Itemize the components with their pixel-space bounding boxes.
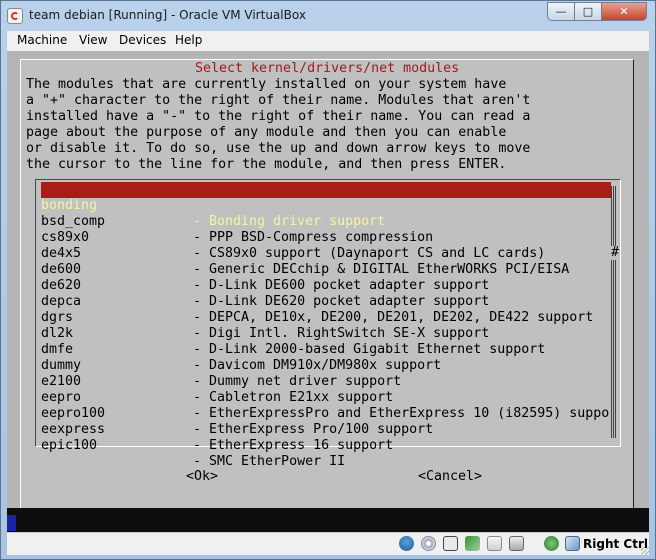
module-list[interactable]: bonding - Bonding driver support bsd_com… xyxy=(35,179,621,469)
close-button[interactable]: ✕ xyxy=(601,2,647,21)
module-row[interactable]: de4x5 - Generic DECchip & DIGITAL EtherW… xyxy=(41,230,611,277)
arrow-icon[interactable] xyxy=(565,536,580,551)
ok-button[interactable]: <Ok> xyxy=(186,469,218,485)
virtualbox-app-icon xyxy=(7,8,23,24)
description-line: a "+" character to the right of their na… xyxy=(26,93,531,108)
menu-help[interactable]: Help xyxy=(175,33,202,47)
module-row[interactable]: dmfe - Davicom DM910x/DM980x support xyxy=(41,326,611,373)
module-row[interactable]: eepro100 - EtherExpress Pro/100 support xyxy=(41,390,611,437)
module-row[interactable]: epic100 - SMC EtherPower II xyxy=(41,422,611,469)
minimize-button[interactable]: — xyxy=(547,2,575,21)
module-row[interactable]: eepro - EtherExpressPro and EtherExpress… xyxy=(41,374,611,421)
menu-bar: Machine View Devices Help xyxy=(7,31,649,52)
description-line: or disable it. To do so, use the up and … xyxy=(26,141,531,156)
module-row[interactable]: dl2k - D-Link 2000-based Gigabit Etherne… xyxy=(41,310,611,357)
menu-view[interactable]: View xyxy=(79,33,107,47)
dialog-title: Select kernel/drivers/net modules xyxy=(191,61,464,77)
module-row[interactable]: depca - DEPCA, DE10x, DE200, DE201, DE20… xyxy=(41,278,611,325)
mouse-integration-icon[interactable] xyxy=(544,536,559,551)
module-row[interactable]: de600 - D-Link DE600 pocket adapter supp… xyxy=(41,246,611,293)
scroll-position-marker[interactable]: # xyxy=(611,246,619,260)
module-row[interactable]: bsd_comp - PPP BSD-Compress compression xyxy=(41,198,611,245)
hard-disk-icon[interactable] xyxy=(399,536,414,551)
virtualbox-window: team debian [Running] - Oracle VM Virtua… xyxy=(0,0,656,560)
terminal-bottom-bar xyxy=(7,508,649,532)
module-description: - EtherExpress 16 support xyxy=(193,438,394,453)
vm-screen[interactable]: Select kernel/drivers/net modules The mo… xyxy=(7,51,649,532)
cancel-button[interactable]: <Cancel> xyxy=(418,469,482,485)
shared-folder-icon[interactable] xyxy=(487,536,502,551)
module-row-selected[interactable]: bonding - Bonding driver support xyxy=(41,182,611,229)
menu-devices[interactable]: Devices xyxy=(119,33,166,47)
window-title: team debian [Running] - Oracle VM Virtua… xyxy=(29,8,306,22)
terminal-cursor xyxy=(7,515,16,531)
module-row[interactable]: eexpress - EtherExpress 16 support xyxy=(41,406,611,453)
menu-machine[interactable]: Machine xyxy=(17,33,67,47)
module-row[interactable]: cs89x0 - CS89x0 support (Daynaport CS an… xyxy=(41,214,611,261)
module-row[interactable]: e2100 - Cabletron E21xx support xyxy=(41,358,611,405)
network-icon[interactable] xyxy=(465,536,480,551)
resize-grip-icon[interactable] xyxy=(641,547,649,555)
maximize-button[interactable]: □ xyxy=(574,2,602,21)
list-scrollbar[interactable] xyxy=(611,186,617,438)
host-key-label[interactable]: Right Ctrl xyxy=(583,537,648,551)
module-row[interactable]: dummy - Dummy net driver support xyxy=(41,342,611,389)
module-row[interactable]: dgrs - Digi Intl. RightSwitch SE-X suppo… xyxy=(41,294,611,341)
cd-icon[interactable] xyxy=(421,536,436,551)
module-select-dialog: Select kernel/drivers/net modules The mo… xyxy=(20,59,634,521)
module-description: - SMC EtherPower II xyxy=(193,454,346,469)
usb-icon[interactable] xyxy=(443,536,458,551)
description-line: the cursor to the line for the module, a… xyxy=(26,157,507,172)
description-line: page about the purpose of any module and… xyxy=(26,125,507,140)
description-line: The modules that are currently installed… xyxy=(26,77,507,92)
title-bar[interactable]: team debian [Running] - Oracle VM Virtua… xyxy=(1,1,655,31)
description-line: installed have a "-" to the right of the… xyxy=(26,109,531,124)
capture-icon[interactable] xyxy=(509,536,524,551)
module-row[interactable]: de620 - D-Link DE620 pocket adapter supp… xyxy=(41,262,611,309)
module-name: epic100 xyxy=(41,438,98,453)
status-bar: Right Ctrl xyxy=(7,532,649,555)
